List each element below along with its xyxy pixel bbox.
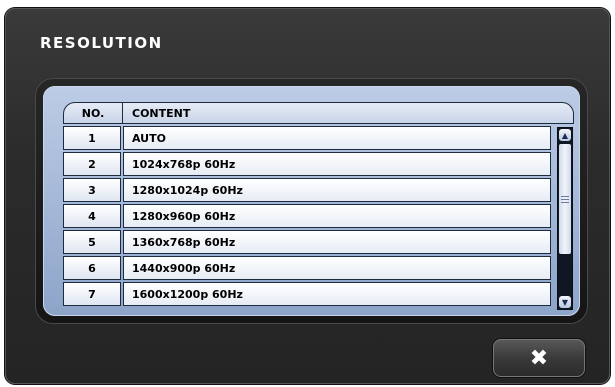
- resolution-dialog: RESOLUTION NO. CONTENT 1 AUTO 2 1024x768…: [5, 8, 610, 384]
- table-row[interactable]: 3 1280x1024p 60Hz: [63, 178, 553, 202]
- row-content[interactable]: AUTO: [123, 126, 551, 150]
- column-header-content: CONTENT: [132, 106, 191, 120]
- row-number: 7: [63, 282, 121, 306]
- row-number: 3: [63, 178, 121, 202]
- row-content[interactable]: 1024x768p 60Hz: [123, 152, 551, 176]
- resolution-table: NO. CONTENT 1 AUTO 2 1024x768p 60Hz 3 12…: [63, 102, 574, 312]
- list-panel: NO. CONTENT 1 AUTO 2 1024x768p 60Hz 3 12…: [43, 86, 580, 316]
- scroll-down-icon[interactable]: ▼: [559, 296, 571, 308]
- scroll-up-icon[interactable]: ▲: [559, 129, 571, 141]
- row-content[interactable]: 1600x1200p 60Hz: [123, 282, 551, 306]
- row-content[interactable]: 1280x1024p 60Hz: [123, 178, 551, 202]
- row-content[interactable]: 1280x960p 60Hz: [123, 204, 551, 228]
- vertical-scrollbar[interactable]: ▲ ▼: [557, 127, 573, 310]
- close-button[interactable]: ✖: [493, 339, 585, 377]
- close-icon: ✖: [529, 345, 549, 371]
- list-frame: NO. CONTENT 1 AUTO 2 1024x768p 60Hz 3 12…: [35, 78, 588, 324]
- row-content[interactable]: 1440x900p 60Hz: [123, 256, 551, 280]
- table-row[interactable]: 1 AUTO: [63, 126, 553, 150]
- table-rows: 1 AUTO 2 1024x768p 60Hz 3 1280x1024p 60H…: [63, 126, 553, 308]
- row-number: 2: [63, 152, 121, 176]
- row-number: 4: [63, 204, 121, 228]
- table-row[interactable]: 5 1360x768p 60Hz: [63, 230, 553, 254]
- dialog-title: RESOLUTION: [40, 34, 163, 52]
- row-number: 6: [63, 256, 121, 280]
- grip-icon: [561, 195, 569, 203]
- table-row[interactable]: 7 1600x1200p 60Hz: [63, 282, 553, 306]
- row-content[interactable]: 1360x768p 60Hz: [123, 230, 551, 254]
- row-number: 5: [63, 230, 121, 254]
- table-row[interactable]: 6 1440x900p 60Hz: [63, 256, 553, 280]
- column-header-no: NO.: [64, 103, 123, 123]
- row-number: 1: [63, 126, 121, 150]
- table-header: NO. CONTENT: [63, 102, 574, 124]
- table-row[interactable]: 4 1280x960p 60Hz: [63, 204, 553, 228]
- scroll-thumb[interactable]: [559, 144, 571, 254]
- table-row[interactable]: 2 1024x768p 60Hz: [63, 152, 553, 176]
